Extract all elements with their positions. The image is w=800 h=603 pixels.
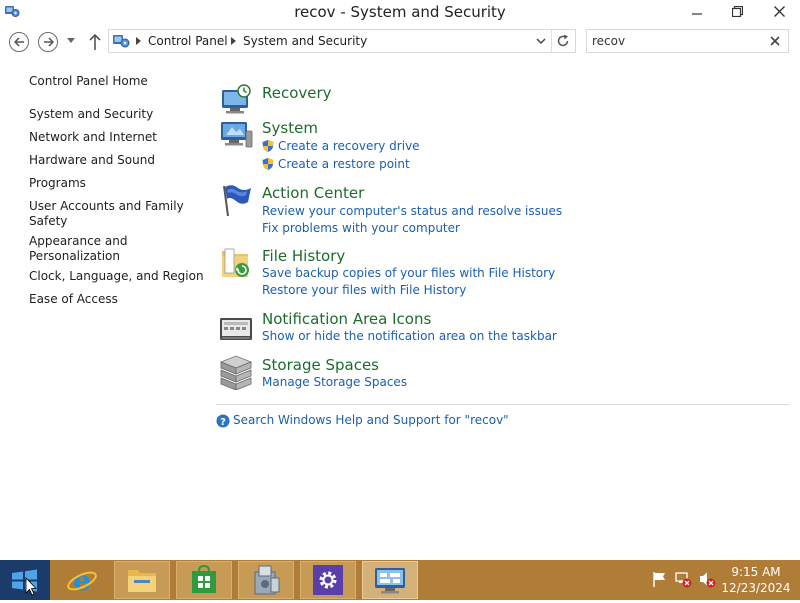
uac-shield-icon [262,158,274,170]
navigation-bar: Control Panel System and Security [0,24,800,58]
task-restore-files[interactable]: Restore your files with File History [262,283,466,297]
notification-area-icon [220,318,252,340]
left-link-user-accounts-line1[interactable]: User Accounts and Family [29,199,184,214]
action-center-title-link[interactable]: Action Center [262,184,364,202]
arrow-left-icon [13,37,24,47]
restore-button[interactable] [722,0,752,22]
store-icon [192,565,216,593]
minimize-icon [692,13,702,15]
settings-tile [313,565,343,595]
breadcrumb-control-panel[interactable]: Control Panel [148,34,228,48]
uac-shield-icon [262,140,274,152]
search-box[interactable] [586,29,789,53]
left-link-user-accounts-line2[interactable]: Safety [29,214,67,229]
left-link-appearance-line2[interactable]: Personalization [29,249,120,264]
control-panel-icon [113,35,130,48]
taskbar-file-explorer[interactable] [114,561,170,599]
left-link-network-and-internet[interactable]: Network and Internet [29,130,157,145]
breadcrumb-system-and-security[interactable]: System and Security [243,34,367,48]
svg-text:e: e [73,564,91,596]
refresh-icon[interactable] [555,33,571,49]
file-history-title-link[interactable]: File History [262,247,345,265]
notification-area-icons-title-link[interactable]: Notification Area Icons [262,310,431,328]
windows-logo-icon [12,569,37,596]
window-title: recov - System and Security [294,3,506,21]
restore-icon [731,5,743,17]
system-title-link[interactable]: System [262,119,318,137]
left-link-ease-of-access[interactable]: Ease of Access [29,292,118,307]
help-icon: ? [216,414,230,428]
task-save-backup-copies[interactable]: Save backup copies of your files with Fi… [262,266,555,280]
close-icon [773,5,785,17]
results-divider [216,404,790,405]
address-divider [551,30,552,52]
recovery-title-link[interactable]: Recovery [262,84,332,102]
volume-muted-icon[interactable] [698,570,716,588]
help-search-link[interactable]: Search Windows Help and Support for "rec… [233,413,509,427]
file-history-icon [222,248,249,277]
storage-spaces-title-link[interactable]: Storage Spaces [262,356,379,374]
start-button[interactable] [0,560,50,600]
task-show-hide-notification-area[interactable]: Show or hide the notification area on th… [262,329,557,343]
recovery-icon [222,84,251,114]
search-input[interactable] [592,32,762,50]
internet-explorer-icon: e [67,564,97,596]
svg-text:?: ? [220,417,226,428]
system-icon [221,122,253,148]
folder-icon [128,570,156,592]
address-bar[interactable]: Control Panel System and Security [108,29,576,53]
task-manage-storage-spaces[interactable]: Manage Storage Spaces [262,375,407,389]
left-link-appearance-line1[interactable]: Appearance and [29,234,127,249]
setup-installer-icon [254,565,280,595]
close-button[interactable] [758,0,800,22]
left-link-hardware-and-sound[interactable]: Hardware and Sound [29,153,155,168]
arrow-right-icon [43,37,54,47]
task-fix-problems[interactable]: Fix problems with your computer [262,221,460,235]
chevron-down-icon[interactable] [534,34,548,48]
minimize-button[interactable] [682,0,712,22]
network-disconnected-icon[interactable] [674,570,692,588]
clock-time: 9:15 AM [731,565,781,579]
task-create-restore-point[interactable]: Create a restore point [278,157,410,171]
chevron-right-icon[interactable] [134,36,142,46]
back-button[interactable] [9,32,29,52]
recent-locations-dropdown-icon[interactable] [66,36,76,44]
clock-date: 12/23/2024 [721,581,791,595]
control-panel-icon [375,568,405,594]
taskbar-clock[interactable]: 9:15 AM 12/23/2024 [716,564,796,596]
clear-search-icon[interactable] [768,34,782,48]
title-bar: recov - System and Security [0,0,800,24]
left-link-control-panel-home[interactable]: Control Panel Home [29,74,148,89]
up-arrow-icon[interactable] [86,32,104,52]
action-center-flag-icon [223,185,251,217]
taskbar-control-panel[interactable] [362,561,418,599]
left-link-clock-language-region[interactable]: Clock, Language, and Region [29,269,204,284]
gear-icon [319,571,337,589]
left-link-system-and-security[interactable]: System and Security [29,107,153,122]
taskbar-setup[interactable] [238,561,294,599]
forward-button[interactable] [38,32,58,52]
left-link-programs[interactable]: Programs [29,176,86,191]
storage-spaces-icon [219,355,253,390]
task-review-computer-status[interactable]: Review your computer's status and resolv… [262,204,562,218]
taskbar-internet-explorer[interactable]: e [54,561,110,599]
taskbar-settings[interactable] [300,561,356,599]
taskbar: e 9:15 AM 12/23/2024 [0,560,800,600]
chevron-right-icon[interactable] [229,36,237,46]
task-create-recovery-drive[interactable]: Create a recovery drive [278,139,420,153]
taskbar-store[interactable] [176,561,232,599]
action-center-flag-tray-icon[interactable] [650,570,668,588]
